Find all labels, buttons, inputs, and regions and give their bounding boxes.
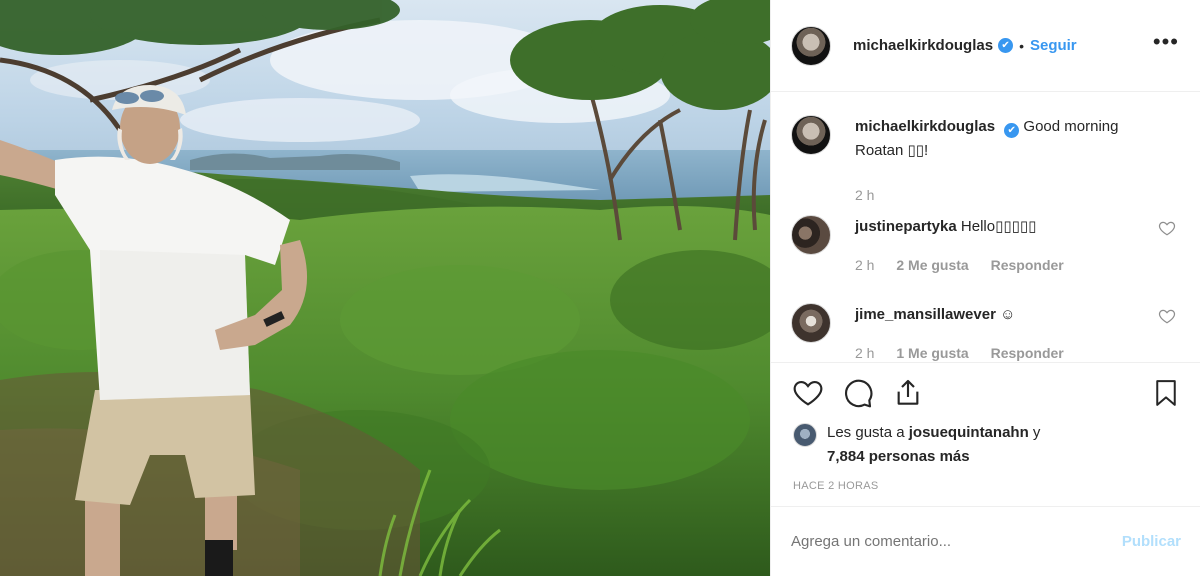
caption-username[interactable]: michaelkirkdouglas: [855, 118, 995, 135]
more-options-button[interactable]: •••: [1153, 31, 1179, 53]
action-icons: [791, 377, 1181, 411]
comment-username[interactable]: justinepartyka: [855, 218, 957, 235]
reply-button[interactable]: Responder: [991, 345, 1064, 361]
comment-input[interactable]: [791, 533, 1091, 550]
post-header: michaelkirkdouglas ✔ • Seguir •••: [771, 0, 1200, 92]
landscape-photo: [0, 0, 770, 576]
verified-badge-icon: ✔: [998, 38, 1014, 53]
verified-badge-icon: ✔: [1004, 123, 1020, 138]
comment-time: 2 h: [855, 345, 875, 361]
add-comment-bar: Publicar: [771, 506, 1200, 576]
comment-body: Hello▯▯▯▯▯: [960, 218, 1037, 235]
follow-button[interactable]: Seguir: [1030, 37, 1077, 54]
author-username[interactable]: michaelkirkdouglas: [853, 37, 993, 54]
likes-text: Les gusta a josuequintanahn y 7,884 pers…: [827, 421, 1173, 469]
comment-text: jime_mansillawever ☺: [855, 303, 1155, 327]
share-icon[interactable]: [891, 377, 925, 409]
author-avatar[interactable]: [791, 25, 831, 66]
commenter-avatar[interactable]: [791, 215, 831, 255]
caption-meta: 2 h: [855, 187, 892, 203]
comment-meta: 2 h 2 Me gusta Responder: [855, 257, 1082, 273]
comment-time: 2 h: [855, 257, 875, 273]
comment-likes[interactable]: 2 Me gusta: [896, 257, 968, 273]
separator-dot: •: [1019, 37, 1024, 54]
comment-likes[interactable]: 1 Me gusta: [896, 345, 968, 361]
post-timestamp[interactable]: HACE 2 HORAS: [793, 480, 879, 492]
comment-text: justinepartyka Hello▯▯▯▯▯: [855, 215, 1155, 239]
author-avatar[interactable]: [791, 115, 831, 155]
caption-text: michaelkirkdouglas ✔ Good morning Roatan…: [855, 115, 1155, 163]
commenter-avatar[interactable]: [791, 303, 831, 343]
publish-button[interactable]: Publicar: [1122, 533, 1181, 550]
likes-count[interactable]: 7,884 personas más: [827, 448, 970, 465]
reply-button[interactable]: Responder: [991, 257, 1064, 273]
comment-username[interactable]: jime_mansillawever: [855, 306, 996, 323]
bookmark-icon[interactable]: [1151, 377, 1181, 409]
liker-username[interactable]: josuequintanahn: [909, 424, 1029, 441]
comment-body: ☺: [1000, 306, 1016, 323]
caption-time: 2 h: [855, 187, 875, 203]
likes-connector: y: [1032, 424, 1041, 441]
comment-like-heart-icon[interactable]: [1158, 307, 1176, 325]
comment-icon[interactable]: [841, 377, 875, 409]
post-photo[interactable]: [0, 0, 770, 576]
liker-avatar[interactable]: [793, 423, 817, 447]
post-side-panel: michaelkirkdouglas ✔ • Seguir ••• michae…: [770, 0, 1200, 576]
likes-summary: Les gusta a josuequintanahn y 7,884 pers…: [793, 421, 1173, 469]
comment-meta: 2 h 1 Me gusta Responder: [855, 345, 1082, 361]
comment-like-heart-icon[interactable]: [1158, 219, 1176, 237]
comments-list[interactable]: michaelkirkdouglas ✔ Good morning Roatan…: [771, 93, 1200, 361]
likes-prefix: Les gusta a: [827, 424, 905, 441]
heart-icon[interactable]: [791, 377, 825, 409]
post-actions: Les gusta a josuequintanahn y 7,884 pers…: [771, 362, 1200, 506]
